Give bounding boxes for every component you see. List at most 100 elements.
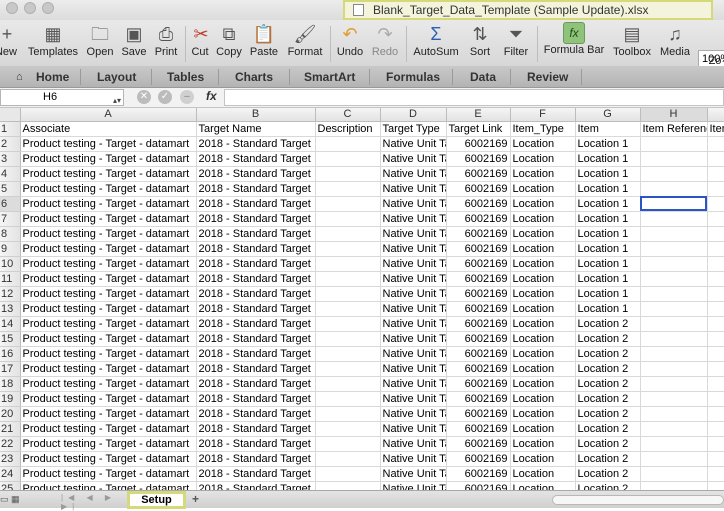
cell[interactable]: Location	[510, 346, 576, 362]
cell[interactable]: Product testing - Target - datamart	[20, 286, 197, 302]
cell[interactable]: 2018 - Standard Target	[196, 181, 316, 197]
cell[interactable]: Native Unit Target	[380, 226, 447, 242]
cell[interactable]: Location	[510, 226, 576, 242]
row-header[interactable]: 21	[0, 421, 21, 437]
cell[interactable]	[315, 226, 381, 242]
cell[interactable]	[707, 391, 724, 407]
cell[interactable]: 6002169	[446, 466, 511, 482]
cell[interactable]	[315, 301, 381, 317]
cell[interactable]: Location	[510, 481, 576, 490]
tab-home[interactable]: Home	[36, 66, 69, 88]
cell[interactable]: 2018 - Standard Target	[196, 331, 316, 347]
cell[interactable]: Product testing - Target - datamart	[20, 166, 197, 182]
cell[interactable]	[315, 376, 381, 392]
cell[interactable]	[707, 421, 724, 437]
media-button[interactable]: ♫ Media	[657, 22, 693, 66]
cell[interactable]: Product testing - Target - datamart	[20, 466, 197, 482]
cell[interactable]: 2018 - Standard Target	[196, 481, 316, 490]
cell[interactable]: 6002169	[446, 406, 511, 422]
cell[interactable]: Native Unit Target	[380, 361, 447, 377]
row-header[interactable]: 13	[0, 301, 21, 317]
cell[interactable]	[640, 481, 708, 490]
row-header[interactable]: 12	[0, 286, 21, 302]
tab-formulas[interactable]: Formulas	[386, 66, 440, 88]
cell[interactable]: Product testing - Target - datamart	[20, 136, 197, 152]
cell[interactable]: 2018 - Standard Target	[196, 316, 316, 332]
cell[interactable]	[315, 196, 381, 212]
cut-button[interactable]: ✂ Cut	[188, 22, 212, 66]
paste-button[interactable]: 📋 Paste	[248, 22, 280, 66]
column-header-d[interactable]: D	[380, 108, 447, 122]
cell[interactable]	[640, 361, 708, 377]
cell[interactable]	[640, 136, 708, 152]
cell[interactable]	[707, 406, 724, 422]
row-header[interactable]: 16	[0, 346, 21, 362]
cell[interactable]: Native Unit Target	[380, 376, 447, 392]
row-header[interactable]: 2	[0, 136, 21, 152]
sort-button[interactable]: ⇅ Sort	[466, 22, 494, 66]
autosum-button[interactable]: Σ AutoSum	[410, 22, 462, 66]
cell[interactable]: Product testing - Target - datamart	[20, 271, 197, 287]
cell[interactable]	[315, 331, 381, 347]
cell[interactable]: 6002169	[446, 391, 511, 407]
cell[interactable]: Product testing - Target - datamart	[20, 436, 197, 452]
cell[interactable]: Location	[510, 451, 576, 467]
cell[interactable]	[315, 211, 381, 227]
cell[interactable]: Native Unit Target	[380, 196, 447, 212]
cell[interactable]: Native Unit Target	[380, 346, 447, 362]
filter-button[interactable]: ⏷ Filter	[500, 22, 532, 66]
cell[interactable]: Native Unit Target	[380, 151, 447, 167]
cell[interactable]: Product testing - Target - datamart	[20, 211, 197, 227]
cell[interactable]: Location 1	[575, 136, 641, 152]
cell[interactable]: Native Unit Target	[380, 211, 447, 227]
row-header[interactable]: 19	[0, 391, 21, 407]
cell[interactable]: Location 1	[575, 151, 641, 167]
row-header[interactable]: 3	[0, 151, 21, 167]
cell[interactable]	[707, 301, 724, 317]
print-button[interactable]: ⎙ Print	[151, 22, 181, 66]
cell[interactable]: Location	[510, 466, 576, 482]
cell[interactable]	[315, 286, 381, 302]
cell[interactable]	[315, 136, 381, 152]
tab-charts[interactable]: Charts	[235, 66, 273, 88]
cell[interactable]	[315, 481, 381, 490]
cell[interactable]: Native Unit Target	[380, 301, 447, 317]
cell[interactable]: Location	[510, 301, 576, 317]
cell[interactable]	[315, 181, 381, 197]
cell[interactable]: Native Unit Target	[380, 421, 447, 437]
cell[interactable]: Product testing - Target - datamart	[20, 481, 197, 490]
add-sheet-button[interactable]: +	[192, 492, 199, 506]
cell[interactable]: Product testing - Target - datamart	[20, 316, 197, 332]
column-header-i[interactable]: I	[707, 108, 724, 122]
cell[interactable]: Location 1	[575, 286, 641, 302]
cell[interactable]: Product testing - Target - datamart	[20, 181, 197, 197]
sheet-nav-buttons[interactable]: |◀ ◀ ▶ ▶|	[58, 493, 126, 511]
copy-button[interactable]: ⧉ Copy	[214, 22, 244, 66]
name-box[interactable]: H6 ▴▾	[0, 89, 124, 106]
column-header-b[interactable]: B	[196, 108, 316, 122]
cell[interactable]: Native Unit Target	[380, 391, 447, 407]
header-cell[interactable]: Target Link	[446, 121, 511, 137]
row-header[interactable]: 8	[0, 226, 21, 242]
cell[interactable]: Product testing - Target - datamart	[20, 421, 197, 437]
cell[interactable]	[315, 166, 381, 182]
new-button[interactable]: +New	[0, 22, 18, 66]
cell[interactable]	[707, 241, 724, 257]
cell[interactable]: 2018 - Standard Target	[196, 286, 316, 302]
cell[interactable]	[315, 451, 381, 467]
worksheet[interactable]: ABCDEFGHI 1 AssociateTarget NameDescript…	[0, 108, 724, 490]
cell[interactable]: Native Unit Target	[380, 271, 447, 287]
cell[interactable]: Location 1	[575, 256, 641, 272]
cell[interactable]: 2018 - Standard Target	[196, 466, 316, 482]
cell[interactable]: 6002169	[446, 136, 511, 152]
cell[interactable]	[707, 466, 724, 482]
cell[interactable]: 6002169	[446, 346, 511, 362]
tab-data[interactable]: Data	[470, 66, 496, 88]
zoom-window-button[interactable]	[42, 2, 54, 14]
cell[interactable]	[640, 466, 708, 482]
tab-tables[interactable]: Tables	[167, 66, 204, 88]
cell[interactable]: Location	[510, 241, 576, 257]
cell[interactable]	[315, 346, 381, 362]
cell[interactable]	[707, 361, 724, 377]
tab-layout[interactable]: Layout	[97, 66, 136, 88]
